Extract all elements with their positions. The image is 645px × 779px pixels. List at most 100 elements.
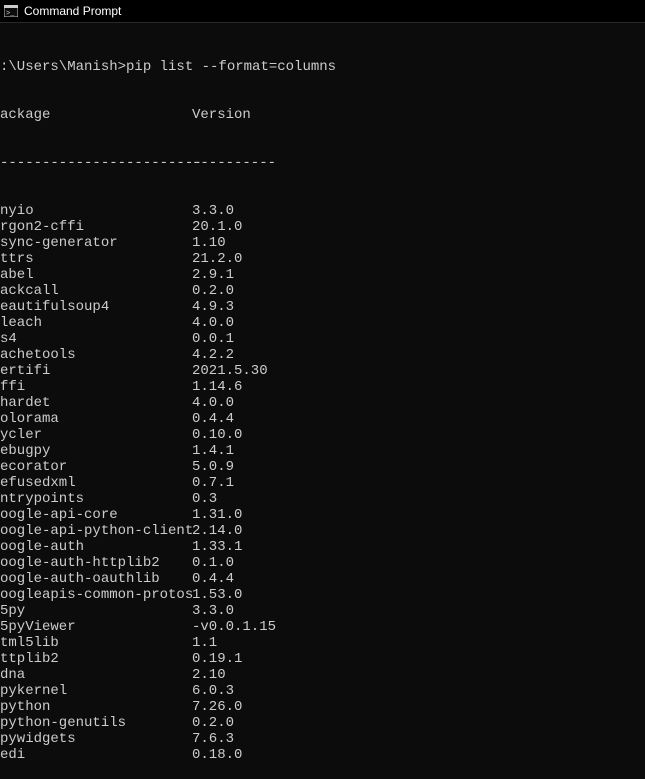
cmd-icon: >_: [4, 4, 18, 18]
package-name: leach: [0, 315, 192, 331]
command-text: :\Users\Manish>pip list --format=columns: [0, 59, 336, 75]
package-row: achetools4.2.2: [0, 347, 645, 363]
package-row: eautifulsoup44.9.3: [0, 299, 645, 315]
package-version: 0.2.0: [192, 715, 234, 731]
package-name: oogle-auth-httplib2: [0, 555, 192, 571]
package-row: rgon2-cffi20.1.0: [0, 219, 645, 235]
package-version: 6.0.3: [192, 683, 234, 699]
package-version: 0.10.0: [192, 427, 242, 443]
package-row: 5py3.3.0: [0, 603, 645, 619]
package-version: 1.14.6: [192, 379, 242, 395]
package-version: 0.4.4: [192, 411, 234, 427]
package-name: eautifulsoup4: [0, 299, 192, 315]
package-name: oogle-api-core: [0, 507, 192, 523]
header-row: ackageVersion: [0, 107, 645, 123]
package-row: ycler0.10.0: [0, 427, 645, 443]
package-version: 3.3.0: [192, 603, 234, 619]
package-name: tml5lib: [0, 635, 192, 651]
package-version: -v0.0.1.15: [192, 619, 276, 635]
package-name: ebugpy: [0, 443, 192, 459]
package-row: oogle-api-python-client2.14.0: [0, 523, 645, 539]
package-version: 0.0.1: [192, 331, 234, 347]
package-row: edi0.18.0: [0, 747, 645, 763]
package-row: ttplib20.19.1: [0, 651, 645, 667]
prompt-line: :\Users\Manish>pip list --format=columns: [0, 59, 645, 75]
package-version: 0.7.1: [192, 475, 234, 491]
package-row: ackcall0.2.0: [0, 283, 645, 299]
package-name: ackcall: [0, 283, 192, 299]
package-row: olorama0.4.4: [0, 411, 645, 427]
package-name: abel: [0, 267, 192, 283]
package-version: 4.2.2: [192, 347, 234, 363]
package-name: olorama: [0, 411, 192, 427]
package-version: 0.2.0: [192, 283, 234, 299]
package-row: 5pyViewer-v0.0.1.15: [0, 619, 645, 635]
package-name: ffi: [0, 379, 192, 395]
package-version: 1.1: [192, 635, 217, 651]
package-name: ntrypoints: [0, 491, 192, 507]
package-name: ycler: [0, 427, 192, 443]
package-version: 0.3: [192, 491, 217, 507]
package-name: rgon2-cffi: [0, 219, 192, 235]
package-version: 0.18.0: [192, 747, 242, 763]
package-version: 1.33.1: [192, 539, 242, 555]
package-name: ertifi: [0, 363, 192, 379]
package-row: oogle-api-core1.31.0: [0, 507, 645, 523]
package-version: 4.9.3: [192, 299, 234, 315]
package-row: sync-generator1.10: [0, 235, 645, 251]
package-name: oogleapis-common-protos: [0, 587, 192, 603]
package-name: oogle-auth-oauthlib: [0, 571, 192, 587]
package-version: 2.9.1: [192, 267, 234, 283]
package-row: efusedxml0.7.1: [0, 475, 645, 491]
package-row: nyio3.3.0: [0, 203, 645, 219]
package-row: pykernel6.0.3: [0, 683, 645, 699]
package-name: python-genutils: [0, 715, 192, 731]
package-row: python7.26.0: [0, 699, 645, 715]
package-version: 1.53.0: [192, 587, 242, 603]
divider-package: ------------------------: [0, 155, 192, 171]
package-name: oogle-auth: [0, 539, 192, 555]
package-version: 2.10: [192, 667, 226, 683]
package-name: edi: [0, 747, 192, 763]
package-row: hardet4.0.0: [0, 395, 645, 411]
package-row: oogle-auth-oauthlib0.4.4: [0, 571, 645, 587]
package-version: 4.0.0: [192, 395, 234, 411]
package-name: dna: [0, 667, 192, 683]
package-row: oogleapis-common-protos1.53.0: [0, 587, 645, 603]
terminal-output[interactable]: :\Users\Manish>pip list --format=columns…: [0, 23, 645, 779]
package-row: oogle-auth1.33.1: [0, 539, 645, 555]
package-name: ecorator: [0, 459, 192, 475]
package-name: python: [0, 699, 192, 715]
divider-row: ----------------------------------: [0, 155, 645, 171]
package-version: 1.31.0: [192, 507, 242, 523]
package-name: efusedxml: [0, 475, 192, 491]
package-version: 0.4.4: [192, 571, 234, 587]
package-row: ecorator5.0.9: [0, 459, 645, 475]
package-version: 3.3.0: [192, 203, 234, 219]
package-name: hardet: [0, 395, 192, 411]
package-version: 4.0.0: [192, 315, 234, 331]
package-name: pywidgets: [0, 731, 192, 747]
package-version: 1.4.1: [192, 443, 234, 459]
package-row: ntrypoints0.3: [0, 491, 645, 507]
package-row: oogle-auth-httplib20.1.0: [0, 555, 645, 571]
header-version: Version: [192, 107, 251, 123]
package-name: ttrs: [0, 251, 192, 267]
package-row: tml5lib1.1: [0, 635, 645, 651]
divider-version: ----------: [192, 155, 276, 171]
package-row: s40.0.1: [0, 331, 645, 347]
package-version: 1.10: [192, 235, 226, 251]
window-titlebar[interactable]: >_ Command Prompt: [0, 0, 645, 23]
package-version: 2.14.0: [192, 523, 242, 539]
package-row: pywidgets7.6.3: [0, 731, 645, 747]
package-version: 0.19.1: [192, 651, 242, 667]
package-version: 21.2.0: [192, 251, 242, 267]
package-name: 5py: [0, 603, 192, 619]
package-version: 2021.5.30: [192, 363, 268, 379]
package-version: 5.0.9: [192, 459, 234, 475]
package-version: 7.6.3: [192, 731, 234, 747]
package-name: pykernel: [0, 683, 192, 699]
package-row: ebugpy1.4.1: [0, 443, 645, 459]
package-version: 20.1.0: [192, 219, 242, 235]
package-version: 0.1.0: [192, 555, 234, 571]
